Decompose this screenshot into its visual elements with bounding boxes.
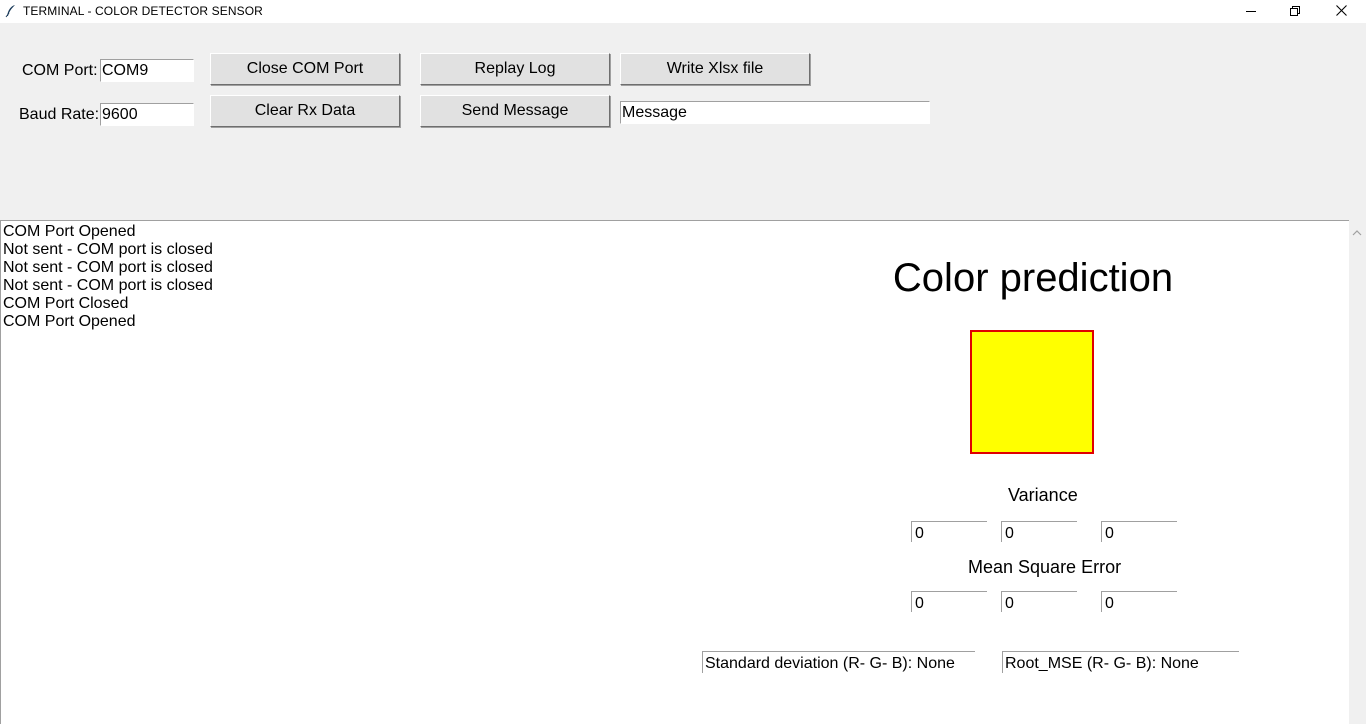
baud-rate-label: Baud Rate: xyxy=(19,106,100,123)
restore-icon xyxy=(1290,3,1300,21)
log-line: Not sent - COM port is closed xyxy=(3,241,213,258)
send-message-button[interactable]: Send Message xyxy=(420,95,610,127)
minimize-button[interactable] xyxy=(1228,0,1274,23)
mse-g-field[interactable]: 0 xyxy=(1001,591,1077,612)
log-line: Not sent - COM port is closed xyxy=(3,259,213,276)
root-mse-field[interactable]: Root_MSE (R- G- B): None xyxy=(1002,651,1239,673)
window-title: TERMINAL - COLOR DETECTOR SENSOR xyxy=(23,4,263,18)
log-line: COM Port Opened xyxy=(3,223,136,240)
log-line: COM Port Closed xyxy=(3,295,129,312)
title-bar[interactable]: TERMINAL - COLOR DETECTOR SENSOR xyxy=(0,0,1366,23)
variance-g-field[interactable]: 0 xyxy=(1001,521,1077,542)
predicted-color-swatch xyxy=(970,330,1094,454)
write-xlsx-button[interactable]: Write Xlsx file xyxy=(620,53,810,85)
replay-log-button[interactable]: Replay Log xyxy=(420,53,610,85)
message-input[interactable]: Message xyxy=(620,101,930,124)
close-com-port-button[interactable]: Close COM Port xyxy=(210,53,400,85)
mse-b-field[interactable]: 0 xyxy=(1101,591,1177,612)
variance-b-field[interactable]: 0 xyxy=(1101,521,1177,542)
close-window-button[interactable] xyxy=(1318,0,1364,23)
scroll-up-icon[interactable] xyxy=(1352,224,1362,242)
mse-r-field[interactable]: 0 xyxy=(911,591,987,612)
baud-rate-input[interactable]: 9600 xyxy=(100,103,194,126)
feather-icon xyxy=(5,4,17,18)
log-line: COM Port Opened xyxy=(3,313,136,330)
restore-button[interactable] xyxy=(1272,0,1318,23)
vertical-scrollbar[interactable] xyxy=(1349,220,1366,724)
minimize-icon xyxy=(1246,3,1256,21)
mse-label: Mean Square Error xyxy=(968,557,1122,577)
com-port-label: COM Port: xyxy=(22,62,98,79)
variance-label: Variance xyxy=(1008,485,1078,505)
rx-log: COM Port Opened Not sent - COM port is c… xyxy=(3,223,213,331)
app-window: TERMINAL - COLOR DETECTOR SENSOR COM Por… xyxy=(0,0,1366,724)
log-line: Not sent - COM port is closed xyxy=(3,277,213,294)
std-dev-field[interactable]: Standard deviation (R- G- B): None xyxy=(702,651,975,673)
color-prediction-title: Color prediction xyxy=(892,256,1174,300)
com-port-input[interactable]: COM9 xyxy=(100,59,194,82)
variance-r-field[interactable]: 0 xyxy=(911,521,987,542)
clear-rx-data-button[interactable]: Clear Rx Data xyxy=(210,95,400,127)
close-icon xyxy=(1335,3,1347,21)
